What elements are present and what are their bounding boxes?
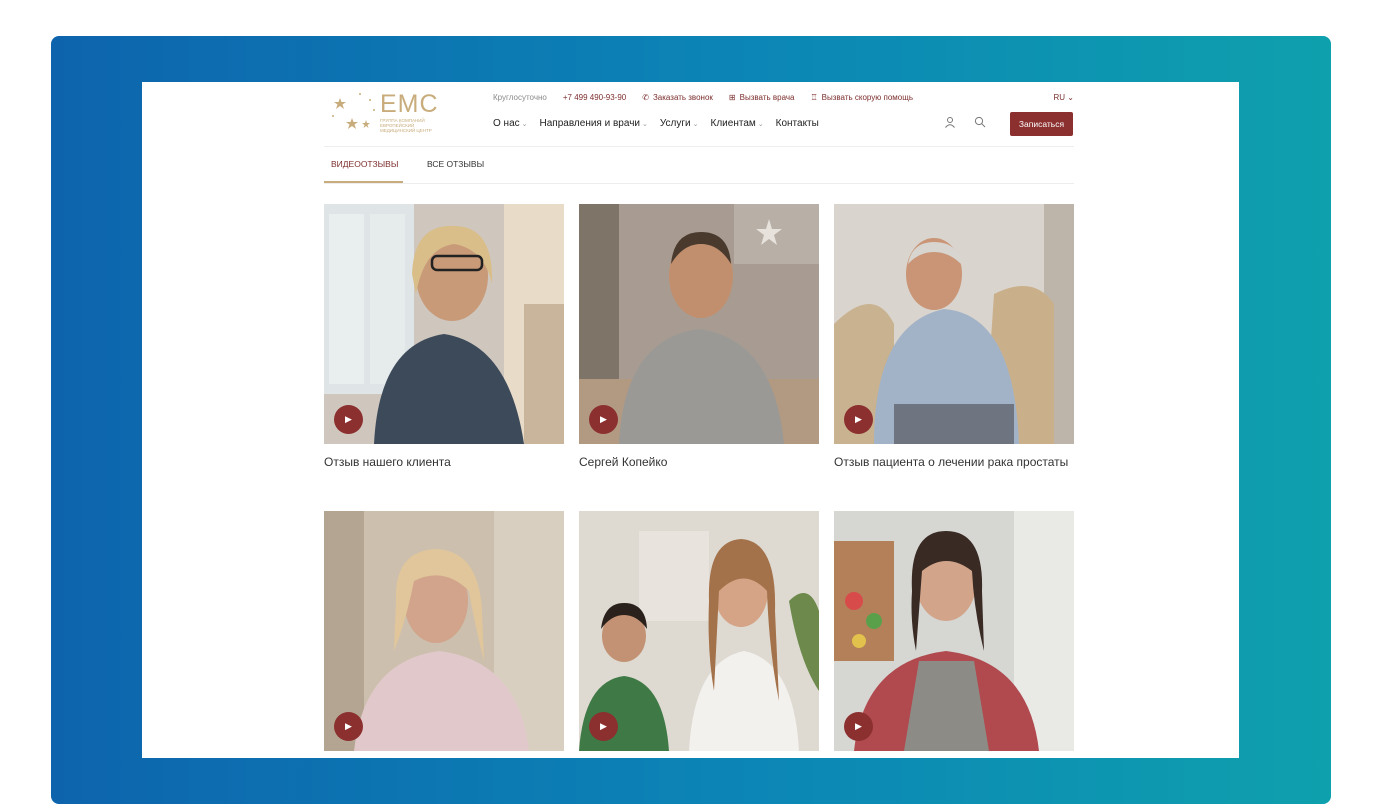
chevron-down-icon: ⌄ — [692, 121, 699, 128]
callback-label: Заказать звонок — [652, 93, 713, 102]
play-icon: ▶ — [600, 721, 607, 731]
user-icon[interactable] — [944, 116, 956, 128]
video-frame — [324, 511, 564, 751]
video-title[interactable]: Сергей Копейко — [579, 454, 819, 470]
phone-link[interactable]: +7 499 490-93-90 — [563, 93, 626, 102]
language-label: RU — [1053, 93, 1066, 102]
video-title[interactable]: Отзыв пациента о лечении рака простаты — [834, 454, 1074, 470]
play-button[interactable]: ▶ — [589, 405, 618, 434]
video-thumbnail[interactable]: ▶ — [324, 511, 564, 751]
book-appointment-button[interactable]: Записаться — [1010, 112, 1073, 136]
chevron-down-icon: ⌄ — [757, 121, 764, 128]
nav-item-clients[interactable]: Клиентам ⌄ — [711, 118, 764, 129]
chevron-down-icon: ⌄ — [642, 121, 648, 128]
play-icon: ▶ — [600, 414, 607, 424]
language-selector[interactable]: RU ⌄ — [1054, 93, 1075, 102]
play-button[interactable]: ▶ — [589, 712, 618, 741]
chevron-down-icon: ⌄ — [1067, 93, 1074, 102]
medkit-icon: ⊞ — [728, 93, 736, 102]
play-button[interactable]: ▶ — [844, 712, 873, 741]
search-icon[interactable] — [974, 116, 986, 128]
video-thumbnail[interactable]: ▶ — [579, 204, 819, 444]
phone-icon: ✆ — [642, 93, 649, 102]
video-thumbnail[interactable]: ▶ — [324, 204, 564, 444]
nav-item-contacts[interactable]: Контакты — [776, 118, 819, 129]
nav-label: Направления и врачи — [539, 118, 640, 129]
nav-label: О нас — [493, 118, 520, 129]
video-frame — [579, 511, 819, 751]
video-frame — [324, 204, 564, 444]
nav-item-about[interactable]: О нас ⌄ — [493, 118, 528, 129]
header-icons — [944, 116, 986, 128]
video-frame — [834, 511, 1074, 751]
play-icon: ▶ — [855, 414, 862, 424]
play-button[interactable]: ▶ — [844, 405, 873, 434]
video-frame — [579, 204, 819, 444]
video-thumbnail[interactable]: ▶ — [834, 204, 1074, 444]
video-thumbnail[interactable]: ▶ — [579, 511, 819, 751]
presentation-frame: EMC ГРУППА КОМПАНИЙ ЕВРОПЕЙСКИЙ МЕДИЦИНС… — [51, 36, 1331, 804]
call-doctor-link[interactable]: ⊞ Вызвать врача — [729, 93, 795, 102]
play-button[interactable]: ▶ — [334, 712, 363, 741]
logo-text: EMC — [380, 90, 439, 118]
video-title[interactable]: Отзыв нашего клиента — [324, 454, 564, 470]
play-icon: ▶ — [345, 414, 352, 424]
emc-logo[interactable]: EMC ГРУППА КОМПАНИЙ ЕВРОПЕЙСКИЙ МЕДИЦИНС… — [330, 90, 450, 134]
siren-icon: ♖ — [810, 93, 818, 102]
nav-item-services[interactable]: Услуги ⌄ — [660, 118, 699, 129]
nav-label: Контакты — [775, 118, 819, 129]
ambulance-link[interactable]: ♖ Вызвать скорую помощь — [810, 93, 913, 102]
video-thumbnail[interactable]: ▶ — [834, 511, 1074, 751]
play-icon: ▶ — [855, 721, 862, 731]
header-topline: Круглосуточно +7 499 490-93-90 ✆ Заказать… — [493, 93, 913, 102]
page-content: EMC ГРУППА КОМПАНИЙ ЕВРОПЕЙСКИЙ МЕДИЦИНС… — [324, 82, 1074, 758]
browser-viewport: EMC ГРУППА КОМПАНИЙ ЕВРОПЕЙСКИЙ МЕДИЦИНС… — [142, 82, 1239, 758]
ambulance-label: Вызвать скорую помощь — [821, 93, 913, 102]
callback-link[interactable]: ✆ Заказать звонок — [642, 93, 713, 102]
play-button[interactable]: ▶ — [334, 405, 363, 434]
nav-item-directions[interactable]: Направления и врачи ⌄ — [540, 118, 648, 129]
call-doctor-label: Вызвать врача — [739, 93, 795, 102]
nav-label: Клиентам — [710, 118, 756, 129]
logo-subtitle: ГРУППА КОМПАНИЙ ЕВРОПЕЙСКИЙ МЕДИЦИНСКИЙ … — [380, 118, 432, 133]
tabs-divider — [324, 183, 1074, 184]
nav-label: Услуги — [659, 118, 691, 129]
tab-video-reviews[interactable]: ВИДЕООТЗЫВЫ — [331, 159, 398, 169]
video-frame — [834, 204, 1074, 444]
tab-all-reviews[interactable]: ВСЕ ОТЗЫВЫ — [427, 159, 484, 169]
hours-text: Круглосуточно — [493, 93, 547, 102]
reviews-tabs: ВИДЕООТЗЫВЫ ВСЕ ОТЗЫВЫ — [324, 147, 1074, 183]
stars-logo-icon — [332, 93, 375, 129]
main-nav: О нас ⌄ Направления и врачи ⌄ Услуги ⌄ Клие… — [493, 118, 819, 129]
chevron-down-icon: ⌄ — [521, 121, 528, 128]
play-icon: ▶ — [345, 721, 352, 731]
